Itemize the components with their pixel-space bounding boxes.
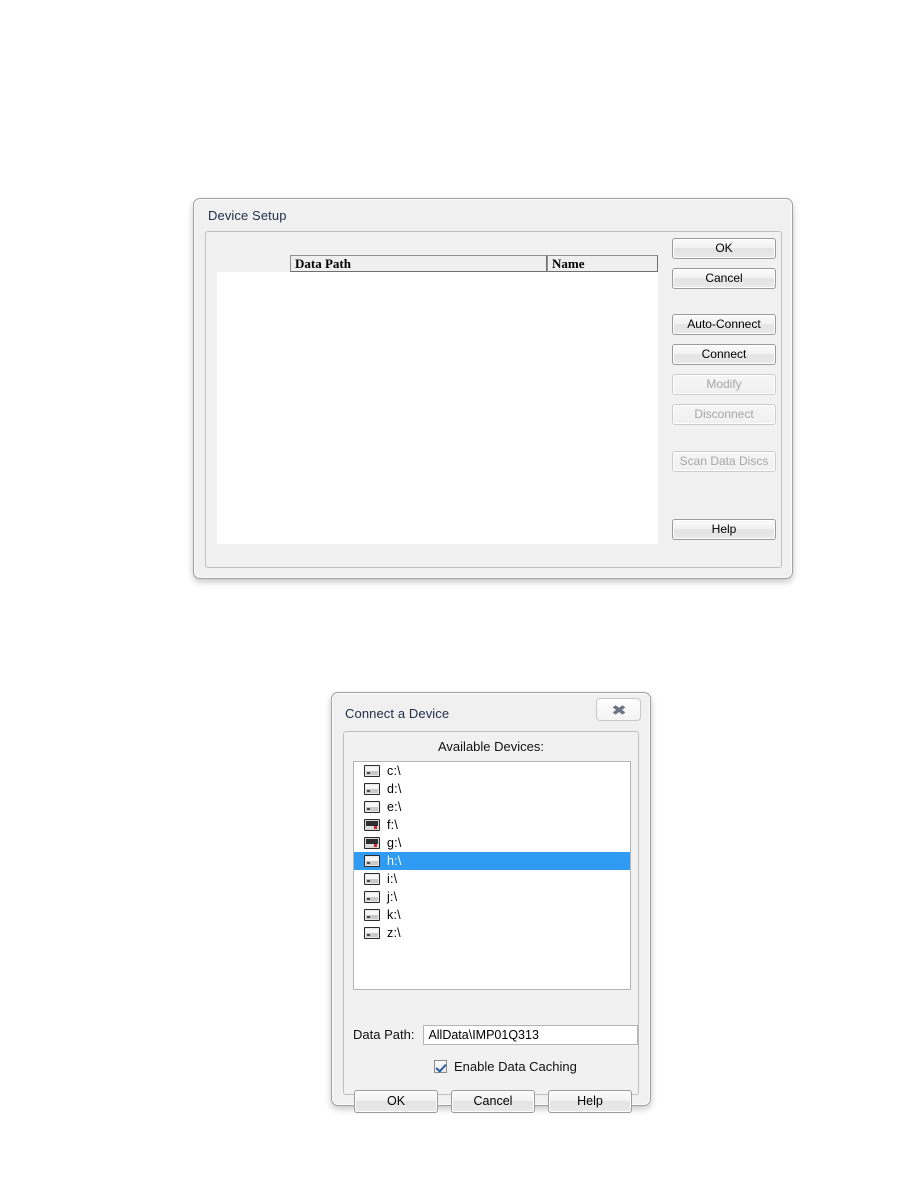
ok-button[interactable]: OK bbox=[672, 238, 776, 259]
cancel-button[interactable]: Cancel bbox=[672, 268, 776, 289]
enable-data-caching-checkbox[interactable] bbox=[434, 1060, 447, 1073]
optical-drive-icon bbox=[364, 837, 380, 849]
list-item-label: c:\ bbox=[387, 764, 401, 778]
enable-data-caching-row[interactable]: Enable Data Caching bbox=[434, 1059, 577, 1074]
available-devices-label: Available Devices: bbox=[438, 739, 544, 754]
modify-button[interactable]: Modify bbox=[672, 374, 776, 395]
available-devices-listbox[interactable]: c:\ d:\ e:\ f:\ g:\ h:\ i:\ j:\ k:\ z:\ bbox=[353, 761, 631, 990]
hard-drive-icon bbox=[364, 927, 380, 939]
list-item[interactable]: e:\ bbox=[354, 798, 630, 816]
hard-drive-icon bbox=[364, 783, 380, 795]
optical-drive-icon bbox=[364, 819, 380, 831]
ok-button[interactable]: OK bbox=[354, 1090, 438, 1113]
list-item[interactable]: k:\ bbox=[354, 906, 630, 924]
enable-data-caching-label-text: Enable Data Cachin bbox=[454, 1059, 570, 1074]
close-button[interactable]: ✖ bbox=[596, 698, 641, 721]
device-setup-title: Device Setup bbox=[208, 208, 287, 223]
connect-button[interactable]: Connect bbox=[672, 344, 776, 365]
hard-drive-icon bbox=[364, 855, 380, 867]
list-item[interactable]: c:\ bbox=[354, 762, 630, 780]
list-item-label: z:\ bbox=[387, 926, 401, 940]
enable-data-caching-label: Enable Data Caching bbox=[454, 1059, 577, 1074]
scan-data-discs-button[interactable]: Scan Data Discs bbox=[672, 451, 776, 472]
device-table-header-row: Data Path Name bbox=[290, 255, 658, 272]
device-table-body[interactable] bbox=[217, 272, 658, 544]
list-item-label: h:\ bbox=[387, 854, 402, 868]
column-header-name[interactable]: Name bbox=[547, 255, 658, 272]
connect-a-device-panel: Available Devices: c:\ d:\ e:\ f:\ g:\ h… bbox=[343, 731, 639, 1113]
list-item[interactable]: i:\ bbox=[354, 870, 630, 888]
list-item-label: g:\ bbox=[387, 836, 402, 850]
help-button[interactable]: Help bbox=[548, 1090, 632, 1113]
list-item[interactable]: z:\ bbox=[354, 924, 630, 942]
enable-data-caching-accel-char: g bbox=[569, 1059, 577, 1074]
close-icon: ✖ bbox=[611, 701, 627, 718]
disconnect-button[interactable]: Disconnect bbox=[672, 404, 776, 425]
hard-drive-icon bbox=[364, 801, 380, 813]
device-setup-panel: Data Path Name OK Cancel Auto-Connect Co… bbox=[205, 231, 782, 568]
list-item-label: i:\ bbox=[387, 872, 398, 886]
connect-a-device-dialog: Connect a Device ✖ Available Devices: c:… bbox=[331, 692, 651, 1113]
data-path-input[interactable] bbox=[423, 1024, 638, 1045]
list-item-selected[interactable]: h:\ bbox=[354, 852, 630, 870]
list-item[interactable]: d:\ bbox=[354, 780, 630, 798]
help-button[interactable]: Help bbox=[672, 519, 776, 540]
list-item-label: k:\ bbox=[387, 908, 401, 922]
list-item-label: j:\ bbox=[387, 890, 398, 904]
auto-connect-button[interactable]: Auto-Connect bbox=[672, 314, 776, 335]
device-setup-dialog: Device Setup Data Path Name OK Cancel Au… bbox=[193, 198, 793, 579]
list-item-label: f:\ bbox=[387, 818, 399, 832]
connect-a-device-title: Connect a Device bbox=[345, 706, 450, 721]
list-item[interactable]: j:\ bbox=[354, 888, 630, 906]
hard-drive-icon bbox=[364, 891, 380, 903]
hard-drive-icon bbox=[364, 909, 380, 921]
hard-drive-icon bbox=[364, 873, 380, 885]
list-item[interactable]: f:\ bbox=[354, 816, 630, 834]
connect-a-device-button-row: OK Cancel Help bbox=[354, 1090, 632, 1113]
cancel-button[interactable]: Cancel bbox=[451, 1090, 535, 1113]
column-header-data-path[interactable]: Data Path bbox=[290, 255, 547, 272]
list-item-label: d:\ bbox=[387, 782, 402, 796]
data-path-label: Data Path: bbox=[353, 1027, 415, 1042]
device-setup-button-column: OK Cancel Auto-Connect Connect Modify Di… bbox=[672, 238, 776, 549]
list-item-label: e:\ bbox=[387, 800, 402, 814]
list-item[interactable]: g:\ bbox=[354, 834, 630, 852]
data-path-row: Data Path: bbox=[353, 1024, 638, 1045]
hard-drive-icon bbox=[364, 765, 380, 777]
device-table: Data Path Name bbox=[217, 255, 658, 544]
